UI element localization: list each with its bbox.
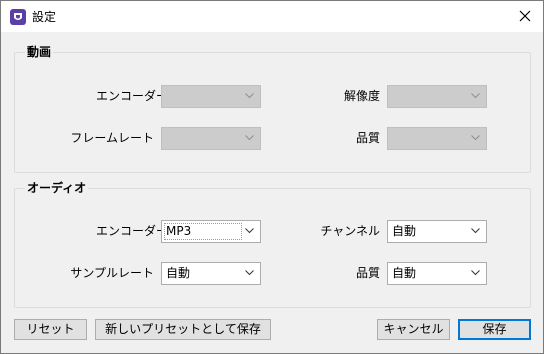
channel-value: 自動 [392,224,417,238]
chevron-down-icon [471,93,480,99]
channel-select[interactable]: 自動 [387,220,487,243]
channel-label: チャンネル [320,224,380,238]
resolution-label: 解像度 [343,89,380,103]
chevron-down-icon [245,135,254,141]
save-as-preset-button[interactable]: 新しいプリセットとして保存 [95,319,271,340]
video-encoder-label: エンコーダー [95,89,168,103]
app-icon [10,9,26,25]
framerate-select[interactable] [161,127,261,150]
close-icon [519,10,531,22]
chevron-down-icon [245,228,254,234]
video-quality-label: 品質 [355,131,380,145]
chevron-down-icon [471,228,480,234]
video-group-legend: 動画 [25,44,54,60]
audio-encoder-label: エンコーダー [95,224,168,238]
cancel-button[interactable]: キャンセル [377,319,450,340]
samplerate-value: 自動 [166,266,191,280]
title-bar: 設定 [1,1,543,32]
chevron-down-icon [471,135,480,141]
audio-quality-label: 品質 [355,266,380,280]
audio-encoder-value: MP3 [166,224,192,238]
framerate-label: フレームレート [70,131,154,145]
audio-group: オーディオ エンコーダー MP3 チャンネル 自動 サンプルレート 自動 品質 … [14,180,531,308]
close-button[interactable] [507,1,543,32]
chevron-down-icon [245,93,254,99]
chevron-down-icon [471,270,480,276]
settings-dialog: 設定 動画 エンコーダー 解像度 フレームレート 品質 オーディオ エンコーダー… [0,0,544,354]
save-button[interactable]: 保存 [458,319,531,340]
audio-encoder-select[interactable]: MP3 [161,220,261,243]
audio-quality-value: 自動 [392,266,417,280]
chevron-down-icon [245,270,254,276]
audio-group-legend: オーディオ [25,180,89,196]
audio-quality-select[interactable]: 自動 [387,262,487,285]
reset-button[interactable]: リセット [14,319,87,340]
window-title: 設定 [32,10,57,24]
video-quality-select[interactable] [387,127,487,150]
samplerate-label: サンプルレート [70,266,154,280]
samplerate-select[interactable]: 自動 [161,262,261,285]
resolution-select[interactable] [387,85,487,108]
video-encoder-select[interactable] [161,85,261,108]
video-group: 動画 エンコーダー 解像度 フレームレート 品質 [14,44,531,173]
